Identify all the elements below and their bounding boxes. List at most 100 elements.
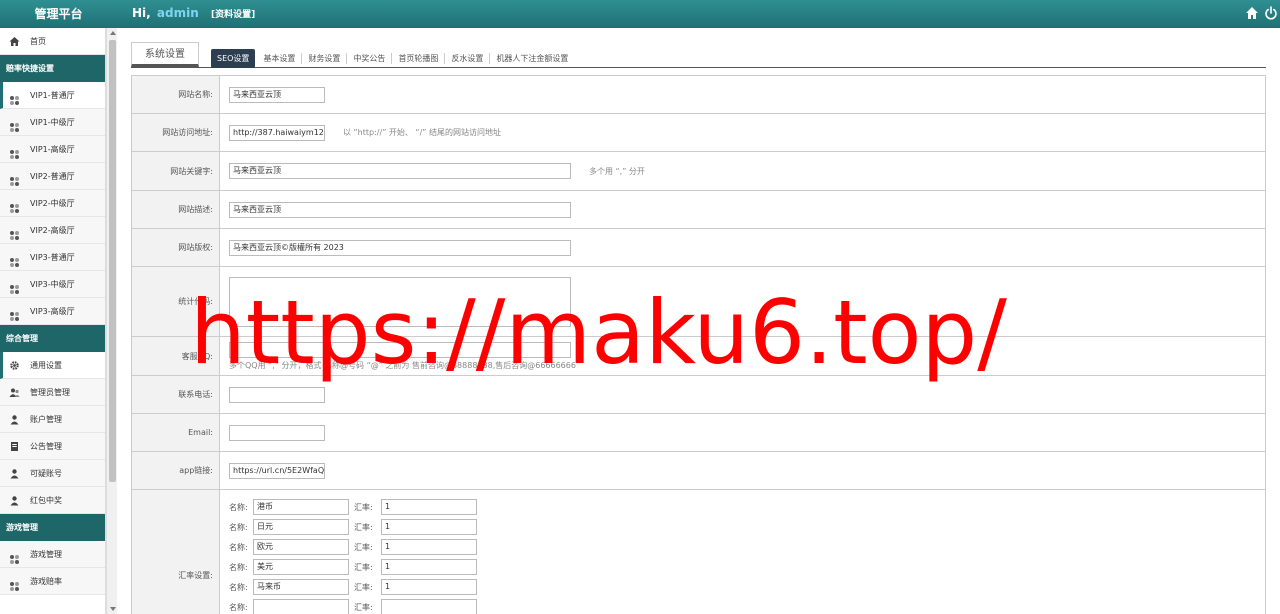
- app-link-input[interactable]: https://url.cn/5E2WfaQ: [229, 462, 325, 479]
- scroll-up-arrow[interactable]: [110, 31, 116, 35]
- currency-rate-input[interactable]: 1: [381, 519, 477, 535]
- brand-title: 管理平台: [34, 7, 83, 21]
- sidebar-item-account-management[interactable]: 账户管理: [0, 406, 105, 433]
- form-row-email: Email:: [131, 414, 1266, 452]
- sidebar-item-home[interactable]: 首页: [0, 28, 105, 55]
- tab-winning-notice[interactable]: 中奖公告: [346, 53, 391, 64]
- settings-tabs: 系统设置 SEO设置 基本设置 财务设置 中奖公告 首页轮播图 反水设置 机器人…: [131, 28, 1266, 68]
- exchange-row: 名称: 马来币 汇率: 1: [229, 577, 477, 597]
- seo-form: 网站名称: 马来西亚云顶 网站访问地址: http://387.haiwaiym…: [131, 75, 1266, 614]
- users-icon: [9, 388, 20, 397]
- grid-icon: [9, 549, 20, 564]
- exchange-row: 名称: 日元 汇率: 1: [229, 517, 477, 537]
- sidebar-item-vip1-mid[interactable]: VIP1-中级厅: [0, 109, 105, 136]
- sidebar-item-red-packet[interactable]: 红包中奖: [0, 487, 105, 514]
- home-icon: [9, 37, 20, 46]
- greeting: Hi, admin [资料设置]: [132, 0, 255, 28]
- currency-name-input[interactable]: 日元: [253, 519, 349, 535]
- customer-service-hint: 多个QQ用 “,” 分开，格式 名称@号码 “@” 之前为 售前咨询@88888…: [229, 360, 576, 370]
- tab-robot-bet[interactable]: 机器人下注金额设置: [489, 53, 574, 64]
- tab-finance[interactable]: 财务设置: [301, 53, 346, 64]
- currency-name-input[interactable]: 马来币: [253, 579, 349, 595]
- currency-name-input[interactable]: 港币: [253, 499, 349, 515]
- currency-rate-input[interactable]: [381, 599, 477, 614]
- sidebar-item-vip3-high[interactable]: VIP3-高级厅: [0, 298, 105, 325]
- customer-service-label: 客服QQ:: [132, 337, 220, 375]
- site-name-input[interactable]: 马来西亚云顶: [229, 86, 325, 103]
- tab-rebate[interactable]: 反水设置: [444, 53, 489, 64]
- document-icon: [11, 442, 18, 451]
- stats-code-textarea[interactable]: [229, 276, 571, 327]
- site-name-label: 网站名称:: [132, 76, 220, 113]
- sidebar-item-label: VIP3-中级厅: [30, 280, 75, 289]
- sidebar-item-game-odds[interactable]: 游戏赔率: [0, 568, 105, 595]
- grid-icon: [9, 117, 20, 132]
- currency-rate-input[interactable]: 1: [381, 499, 477, 515]
- sidebar-section-games[interactable]: 游戏管理: [0, 514, 105, 541]
- tab-carousel[interactable]: 首页轮播图: [391, 53, 444, 64]
- grid-icon: [9, 252, 20, 267]
- currency-rate-input[interactable]: 1: [381, 539, 477, 555]
- currency-name-input[interactable]: 美元: [253, 559, 349, 575]
- sidebar-item-game-management[interactable]: 游戏管理: [0, 541, 105, 568]
- username[interactable]: admin: [157, 6, 199, 20]
- sidebar-item-vip2-normal[interactable]: VIP2-普通厅: [0, 163, 105, 190]
- phone-input[interactable]: [229, 386, 325, 403]
- home-icon[interactable]: [1245, 6, 1259, 20]
- power-icon[interactable]: [1264, 6, 1278, 20]
- currency-name-input[interactable]: [253, 599, 349, 614]
- user-icon: [10, 496, 19, 506]
- sidebar-item-vip1-high[interactable]: VIP1-高级厅: [0, 136, 105, 163]
- currency-name-label: 名称:: [229, 582, 248, 592]
- scrollbar-thumb[interactable]: [109, 40, 116, 482]
- grid-icon: [9, 306, 20, 321]
- sidebar-item-announcement-management[interactable]: 公告管理: [0, 433, 105, 460]
- currency-name-label: 名称:: [229, 602, 248, 612]
- main-content: 系统设置 SEO设置 基本设置 财务设置 中奖公告 首页轮播图 反水设置 机器人…: [131, 28, 1266, 614]
- currency-rate-input[interactable]: 1: [381, 559, 477, 575]
- sidebar-section-general[interactable]: 综合管理: [0, 325, 105, 352]
- sidebar-item-vip2-mid[interactable]: VIP2-中级厅: [0, 190, 105, 217]
- copyright-input[interactable]: 马来西亚云顶©版權所有 2023: [229, 239, 571, 256]
- site-url-hint: 以 “http://” 开始、 “/” 结尾的网站访问地址: [343, 128, 501, 137]
- sidebar-item-label: 可疑账号: [30, 469, 62, 478]
- site-url-input[interactable]: http://387.haiwaiym12.: [229, 124, 325, 141]
- sidebar-item-vip3-normal[interactable]: VIP3-普通厅: [0, 244, 105, 271]
- email-input[interactable]: [229, 424, 325, 441]
- form-row-exchange: 汇率设置: 名称: 港币 汇率: 1 名称: 日元 汇率: 1 名称: 欧元 汇率: 1 名称: 美…: [131, 490, 1266, 614]
- form-row-copyright: 网站版权: 马来西亚云顶©版權所有 2023: [131, 229, 1266, 267]
- customer-service-input[interactable]: [229, 341, 571, 358]
- sidebar-item-label: VIP2-普通厅: [30, 172, 75, 181]
- currency-rate-input[interactable]: 1: [381, 579, 477, 595]
- currency-rate-label: 汇率:: [354, 502, 373, 512]
- sidebar-section-odds[interactable]: 赔率快捷设置: [0, 55, 105, 82]
- tab-seo[interactable]: SEO设置: [211, 49, 256, 68]
- sidebar-item-vip1-normal[interactable]: VIP1-普通厅: [0, 82, 105, 109]
- grid-icon: [9, 144, 20, 159]
- currency-rate-label: 汇率:: [354, 582, 373, 592]
- sidebar-item-label: 红包中奖: [30, 496, 62, 505]
- sidebar-item-admin-management[interactable]: 管理员管理: [0, 379, 105, 406]
- user-icon: [10, 469, 19, 479]
- exchange-row: 名称: 港币 汇率: 1: [229, 497, 477, 517]
- sidebar-scrollbar[interactable]: [106, 28, 117, 614]
- currency-name-label: 名称:: [229, 502, 248, 512]
- description-input[interactable]: 马来西亚云顶: [229, 201, 571, 218]
- site-url-label: 网站访问地址:: [132, 114, 220, 151]
- sidebar-item-label: 游戏管理: [30, 550, 62, 559]
- sidebar-item-vip2-high[interactable]: VIP2-高级厅: [0, 217, 105, 244]
- scroll-down-arrow[interactable]: [110, 607, 116, 611]
- profile-settings-link[interactable]: [资料设置]: [211, 10, 255, 20]
- currency-name-input[interactable]: 欧元: [253, 539, 349, 555]
- sidebar-item-general-settings[interactable]: 通用设置: [0, 352, 105, 379]
- sidebar-item-label: VIP1-普通厅: [30, 91, 75, 100]
- grid-icon: [9, 225, 20, 240]
- sidebar-item-suspicious-accounts[interactable]: 可疑账号: [0, 460, 105, 487]
- keywords-input[interactable]: 马来西亚云顶: [229, 163, 571, 179]
- sidebar-item-label: 管理员管理: [30, 388, 70, 397]
- app-link-label: app链接:: [132, 452, 220, 489]
- sidebar-item-vip3-mid[interactable]: VIP3-中级厅: [0, 271, 105, 298]
- copyright-label: 网站版权:: [132, 229, 220, 266]
- tab-basic[interactable]: 基本设置: [257, 53, 301, 64]
- sidebar-item-label: 账户管理: [30, 415, 62, 424]
